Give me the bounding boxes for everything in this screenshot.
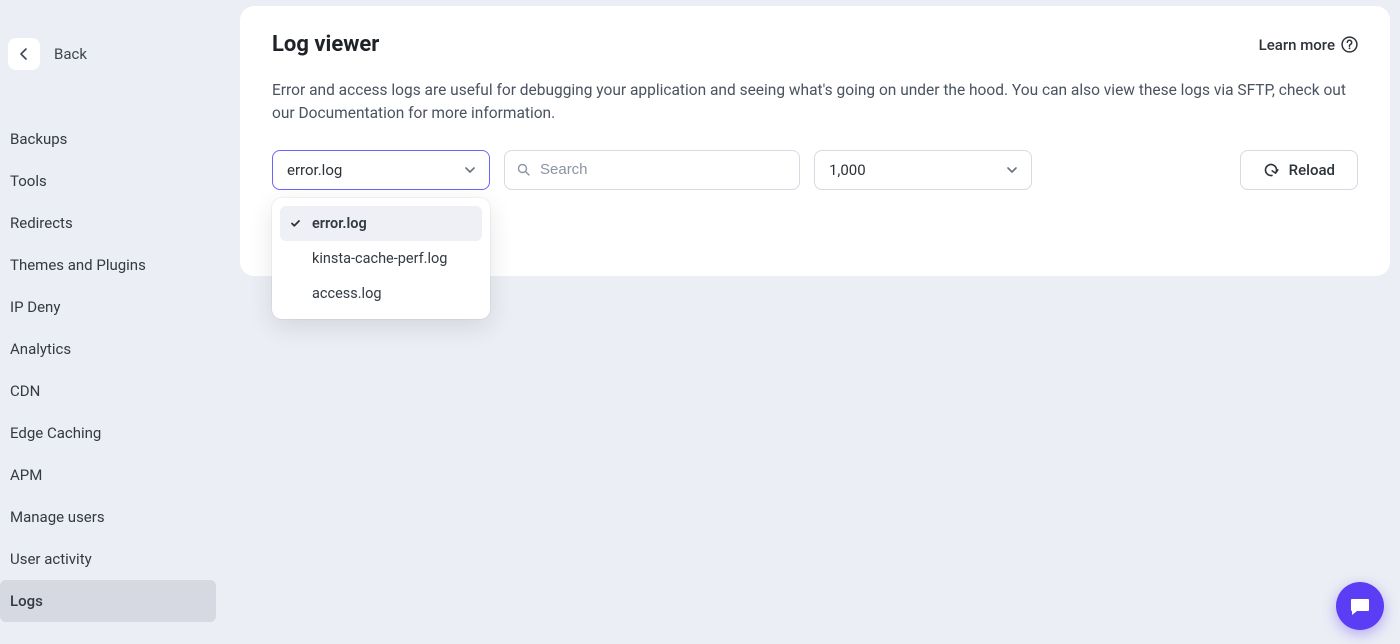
help-icon (1341, 36, 1358, 53)
chat-icon (1348, 594, 1372, 618)
sidebar-item-apm[interactable]: APM (0, 454, 216, 496)
sidebar-item-backups[interactable]: Backups (0, 118, 216, 160)
arrow-left-icon (16, 46, 32, 62)
sidebar-item-analytics[interactable]: Analytics (0, 328, 216, 370)
card-header: Log viewer Learn more (272, 32, 1358, 57)
check-icon (288, 218, 302, 229)
dropdown-option[interactable]: kinsta-cache-perf.log (280, 241, 482, 276)
back-label: Back (54, 45, 87, 63)
sidebar-item-redirects[interactable]: Redirects (0, 202, 216, 244)
sidebar: Back BackupsToolsRedirectsThemes and Plu… (0, 0, 216, 644)
controls-row: error.log 1,000 Reload error.logkinsta-c… (272, 150, 1358, 190)
description-text: Error and access logs are useful for deb… (272, 79, 1352, 126)
chat-fab[interactable] (1336, 582, 1384, 630)
dropdown-option-label: error.log (312, 215, 367, 232)
reload-button[interactable]: Reload (1240, 150, 1358, 190)
dropdown-option-label: kinsta-cache-perf.log (312, 250, 447, 267)
limit-select[interactable]: 1,000 (814, 150, 1032, 190)
log-file-selected: error.log (287, 161, 342, 179)
log-file-dropdown: error.log kinsta-cache-perf.log access.log (272, 198, 490, 319)
sidebar-item-activity[interactable]: User activity (0, 538, 216, 580)
chevron-down-icon (463, 163, 477, 177)
back-button[interactable] (8, 38, 40, 70)
log-viewer-card: Log viewer Learn more Error and access l… (240, 6, 1390, 276)
chevron-down-icon (1005, 163, 1019, 177)
page-title: Log viewer (272, 32, 379, 57)
sidebar-item-cdn[interactable]: CDN (0, 370, 216, 412)
limit-selected: 1,000 (829, 161, 866, 179)
dropdown-option[interactable]: error.log (280, 206, 482, 241)
reload-icon (1263, 162, 1279, 178)
sidebar-item-edge[interactable]: Edge Caching (0, 412, 216, 454)
sidebar-item-users[interactable]: Manage users (0, 496, 216, 538)
log-file-select[interactable]: error.log (272, 150, 490, 190)
sidebar-nav: BackupsToolsRedirectsThemes and PluginsI… (0, 118, 216, 622)
search-field-wrapper (504, 150, 800, 190)
dropdown-option[interactable]: access.log (280, 276, 482, 311)
learn-more-link[interactable]: Learn more (1259, 36, 1358, 54)
dropdown-option-label: access.log (312, 285, 381, 302)
reload-label: Reload (1289, 161, 1335, 179)
search-input[interactable] (540, 161, 787, 178)
sidebar-item-tools[interactable]: Tools (0, 160, 216, 202)
sidebar-item-ipdeny[interactable]: IP Deny (0, 286, 216, 328)
learn-more-label: Learn more (1259, 36, 1335, 54)
back-row: Back (0, 38, 216, 70)
sidebar-item-logs[interactable]: Logs (0, 580, 216, 622)
main: Log viewer Learn more Error and access l… (216, 0, 1400, 644)
sidebar-item-themes[interactable]: Themes and Plugins (0, 244, 216, 286)
search-icon (517, 163, 530, 176)
